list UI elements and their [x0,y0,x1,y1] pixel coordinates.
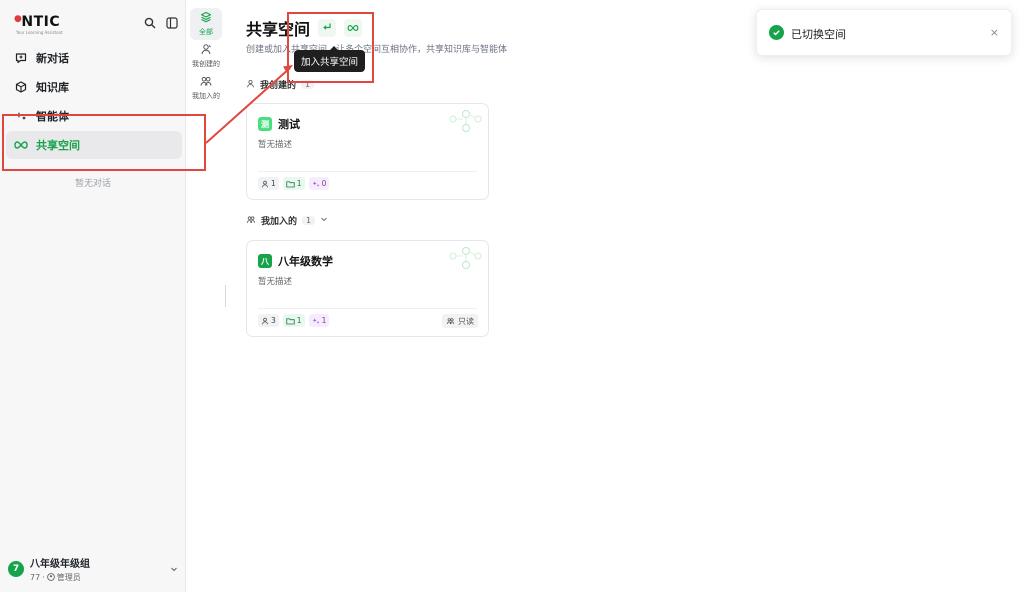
users-icon [200,75,212,89]
agent-stat: 1 [308,314,330,327]
filter-all[interactable]: 全部 [190,8,222,40]
users-icon [446,318,455,325]
user-icon [261,180,269,187]
sidebar-item-knowledge-base[interactable]: 知识库 [6,73,182,101]
section-count: 1 [302,216,316,225]
layers-icon [200,11,212,25]
user-role-icon [46,572,55,583]
user-name: 八年级年级组 [30,559,90,570]
network-decoration-icon [449,247,482,269]
page-subtitle: 创建或加入共享空间，让多个空间互相协作，共享知识库与智能体 [246,45,508,55]
sidebar-item-new-chat[interactable]: 新对话 [6,44,182,72]
success-check-icon [769,25,784,40]
user-icon [246,79,255,91]
logo-subtitle: Your Learning Assistant [16,30,63,35]
space-badge: 八 [258,254,272,268]
section-title: 我加入的 [261,217,298,227]
sidebar: ●NTIC Your Learning Assistant 新对话 知识库 智能… [0,0,186,592]
main-content: 共享空间 创建或加入共享空间，让多个空间互相协作，共享知识库与智能体 我创建的 … [246,0,1024,592]
new-chat-icon [14,51,28,65]
agent-icon [312,180,319,187]
collapse-sidebar-icon[interactable] [165,16,179,30]
user-icon [261,317,269,324]
filter-label: 我加入的 [192,92,220,100]
sidebar-item-label: 新对话 [36,52,69,65]
chevron-down-icon[interactable] [320,215,328,226]
folder-icon [286,317,295,324]
knowledge-base-icon [14,80,28,94]
knowledge-base-stat: 1 [282,177,305,190]
space-description: 暂无描述 [258,140,293,150]
members-stat: 3 [258,314,279,327]
resize-handle[interactable] [225,285,226,307]
knowledge-base-stat: 1 [282,314,305,327]
annotation-highlight-join-button [287,12,374,83]
space-title: 八年级数学 [278,255,333,268]
section-joined[interactable]: 我加入的 1 [246,214,328,227]
app-logo[interactable]: ●NTIC [14,14,60,30]
filter-joined[interactable]: 我加入的 [190,72,222,104]
space-card[interactable]: 八 八年级数学 暂无描述 3 1 1 只读 [246,240,489,337]
space-description: 暂无描述 [258,277,293,287]
filter-created[interactable]: 我创建的 [190,40,222,72]
toast-message: 已切换空间 [791,28,846,41]
empty-conversations-text: 暂无对话 [74,179,111,189]
sidebar-item-label: 知识库 [36,81,69,94]
users-icon [246,215,256,227]
agent-icon [312,317,319,324]
user-profile[interactable]: 7 八年级年级组 77 · 管理员 [8,554,180,584]
filter-column: 全部 我创建的 我加入的 [186,0,226,592]
annotation-highlight-sidebar [2,114,206,171]
members-stat: 1 [258,177,279,190]
space-title: 测试 [278,118,300,131]
search-icon[interactable] [143,16,157,30]
agent-stat: 0 [308,177,330,190]
space-card[interactable]: 测 测试 暂无描述 1 1 0 [246,103,489,200]
chevron-down-icon[interactable] [168,563,180,575]
filter-label: 我创建的 [192,60,220,68]
toast-notification: 已切换空间 × [756,9,1012,56]
network-decoration-icon [449,110,482,132]
close-icon[interactable]: × [990,26,999,39]
filter-label: 全部 [199,28,213,36]
avatar: 7 [8,561,24,577]
user-icon [200,43,212,57]
user-id: 77 [30,573,41,582]
folder-icon [286,180,295,187]
readonly-badge: 只读 [442,314,478,328]
user-role: 管理员 [56,573,81,582]
space-badge: 测 [258,117,272,131]
